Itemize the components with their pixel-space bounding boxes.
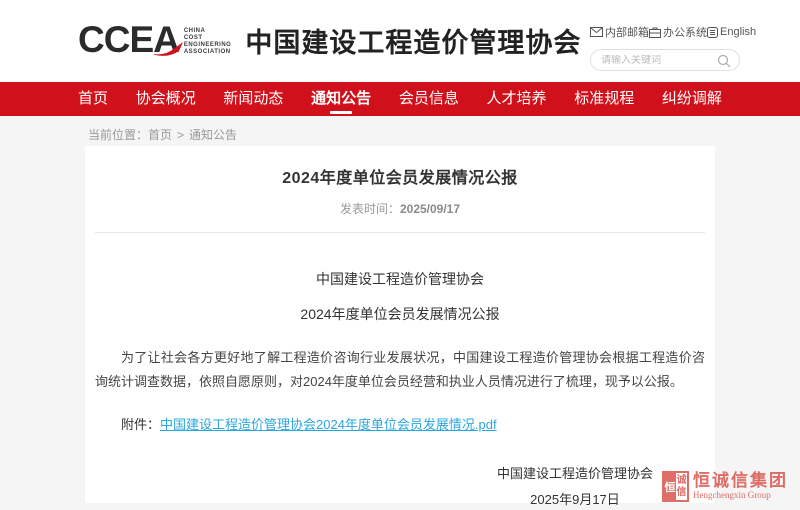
english-label: English (720, 26, 756, 38)
search-input[interactable] (601, 55, 719, 66)
breadcrumb: 当前位置：首页 > 通知公告 (0, 116, 800, 143)
nav-item-members[interactable]: 会员信息 (399, 82, 459, 116)
english-link[interactable]: English (707, 26, 756, 38)
internal-mail-label: 内部邮箱 (605, 24, 649, 40)
signature-block: 中国建设工程造价管理协会 2025年9月17日 (85, 465, 653, 509)
article-card: 2024年度单位会员发展情况公报 发表时间：2025/09/17 中国建设工程造… (85, 146, 715, 503)
search-box (590, 49, 740, 71)
article-publish-meta: 发表时间：2025/09/17 (85, 200, 715, 217)
nav-item-disputes[interactable]: 纠纷调解 (662, 82, 722, 116)
nav-item-about[interactable]: 协会概况 (136, 82, 196, 116)
body-title-report: 2024年度单位会员发展情况公报 (85, 304, 715, 324)
office-icon (649, 27, 661, 38)
attachment-pdf-link[interactable]: 中国建设工程造价管理协会2024年度单位会员发展情况.pdf (160, 417, 497, 432)
logo-subtext-line: ASSOCIATION (184, 49, 232, 56)
nav-item-training[interactable]: 人才培养 (487, 82, 547, 116)
ccea-swoosh-icon (153, 42, 183, 56)
nav-item-news[interactable]: 新闻动态 (223, 82, 283, 116)
attachment-label: 附件： (121, 417, 160, 432)
globe-icon (707, 27, 718, 38)
logo-subtext-line: CHINA (184, 28, 232, 35)
utility-links: 内部邮箱 办公系统 English (590, 24, 740, 40)
site-header: CCEA CHINA COST ENGINEERING ASSOCIATION … (0, 0, 800, 82)
logo-subtext-line: ENGINEERING (184, 42, 232, 49)
breadcrumb-prefix: 当前位置： (88, 128, 148, 142)
header-utilities: 内部邮箱 办公系统 English (590, 24, 740, 71)
internal-mail-link[interactable]: 内部邮箱 (590, 24, 649, 40)
org-name-title: 中国建设工程造价管理协会 (245, 21, 581, 60)
office-system-link[interactable]: 办公系统 (649, 24, 707, 40)
nav-item-notices[interactable]: 通知公告 (311, 82, 371, 116)
breadcrumb-separator: > (177, 128, 184, 142)
article-title: 2024年度单位会员发展情况公报 (85, 146, 715, 188)
search-icon[interactable] (717, 54, 731, 68)
article-paragraph: 为了让社会各方更好地了解工程造价咨询行业发展状况，中国建设工程造价管理协会根据工… (95, 346, 705, 394)
signature-org: 中国建设工程造价管理协会 (497, 465, 653, 483)
site-logo[interactable]: CCEA CHINA COST ENGINEERING ASSOCIATION … (78, 20, 581, 60)
logo-subtext: CHINA COST ENGINEERING ASSOCIATION (184, 28, 232, 56)
main-nav: 首页 协会概况 新闻动态 通知公告 会员信息 人才培养 标准规程 纠纷调解 (0, 82, 800, 116)
office-system-label: 办公系统 (663, 24, 707, 40)
mail-icon (590, 27, 603, 37)
body-title-org: 中国建设工程造价管理协会 (85, 269, 715, 289)
breadcrumb-home-link[interactable]: 首页 (148, 128, 172, 142)
title-divider (95, 232, 705, 233)
attachment-row: 附件：中国建设工程造价管理协会2024年度单位会员发展情况.pdf (95, 414, 705, 433)
nav-item-home[interactable]: 首页 (78, 82, 108, 116)
publish-label: 发表时间： (340, 202, 400, 216)
ccea-logo: CCEA (78, 20, 179, 60)
breadcrumb-current-link[interactable]: 通知公告 (189, 128, 237, 142)
signature-date: 2025年9月17日 (497, 491, 653, 509)
nav-item-standards[interactable]: 标准规程 (574, 82, 634, 116)
publish-date: 2025/09/17 (400, 202, 460, 216)
logo-subtext-line: COST (184, 35, 232, 42)
